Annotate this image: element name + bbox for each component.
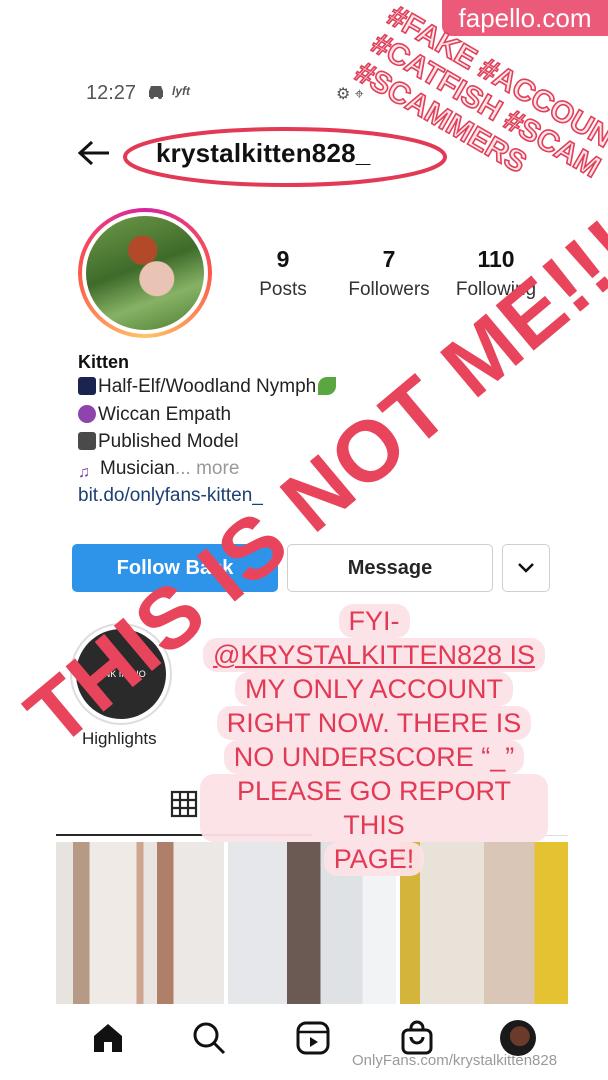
profile-tab-avatar[interactable] xyxy=(500,1020,536,1056)
herb-icon xyxy=(318,377,337,395)
chevron-down-icon xyxy=(518,563,534,573)
music-notes-icon: ♫ xyxy=(78,464,90,481)
bio-line-text: Musician xyxy=(100,458,175,479)
bio-line-text: Published Model xyxy=(98,431,239,452)
lyft-icon: lyft xyxy=(172,84,190,98)
fyi-row: RIGHT NOW. THERE IS xyxy=(200,706,548,740)
bio-line-2: Wiccan Empath xyxy=(78,404,231,426)
fyi-line: RIGHT NOW. THERE IS xyxy=(216,706,532,740)
footer-watermark: OnlyFans.com/krystalkitten828 xyxy=(352,1052,558,1069)
bio-line-1: Half-Elf/Woodland Nymph xyxy=(78,376,338,398)
night-sky-icon xyxy=(78,377,96,395)
bio-line-4: ♫ Musician... more xyxy=(78,458,239,482)
followers-label: Followers xyxy=(348,279,430,300)
stat-followers[interactable]: 7 Followers xyxy=(342,246,436,301)
camera-icon xyxy=(78,432,96,450)
back-arrow-icon[interactable] xyxy=(76,138,112,168)
fyi-row: @KRYSTALKITTEN828 IS xyxy=(200,638,548,672)
fyi-line: MY ONLY ACCOUNT xyxy=(234,672,514,706)
search-icon[interactable] xyxy=(191,1020,227,1056)
stat-posts: 9 Posts xyxy=(252,246,314,301)
bio-more-link[interactable]: ... more xyxy=(175,458,239,479)
username-highlight-circle xyxy=(123,127,447,187)
post-thumbnail[interactable] xyxy=(56,842,224,1004)
fyi-overlay: FYI- @KRYSTALKITTEN828 IS MY ONLY ACCOUN… xyxy=(200,604,548,876)
car-icon xyxy=(149,86,163,99)
fyi-row: FYI- xyxy=(200,604,548,638)
fyi-line: NO UNDERSCORE “_” xyxy=(223,740,525,774)
fyi-line: PAGE! xyxy=(323,842,425,876)
fyi-line: FYI- xyxy=(338,604,410,638)
bio-line-text: Half-Elf/Woodland Nymph xyxy=(98,376,317,397)
fyi-row: PLEASE GO REPORT THIS xyxy=(200,774,548,842)
bio-line-text: Wiccan Empath xyxy=(98,404,232,425)
posts-label: Posts xyxy=(259,279,307,300)
profile-avatar[interactable] xyxy=(78,208,212,338)
site-watermark: fapello.com xyxy=(442,0,608,36)
posts-count: 9 xyxy=(276,246,290,272)
fyi-line: PLEASE GO REPORT THIS xyxy=(200,774,548,842)
bio-name: Kitten xyxy=(78,352,129,372)
suggested-dropdown-button[interactable] xyxy=(502,544,550,592)
fyi-row: NO UNDERSCORE “_” xyxy=(200,740,548,774)
home-icon[interactable] xyxy=(90,1020,126,1056)
status-time: 12:27 xyxy=(86,82,137,104)
grid-icon[interactable] xyxy=(170,790,198,818)
fyi-row: MY ONLY ACCOUNT xyxy=(200,672,548,706)
bio-line-3: Published Model xyxy=(78,431,238,453)
reels-icon[interactable] xyxy=(295,1020,331,1056)
shop-icon[interactable] xyxy=(399,1020,435,1056)
fyi-row: PAGE! xyxy=(200,842,548,876)
fyi-line: @KRYSTALKITTEN828 IS xyxy=(202,638,546,672)
followers-count: 7 xyxy=(382,246,396,272)
crystal-ball-icon xyxy=(78,405,96,423)
